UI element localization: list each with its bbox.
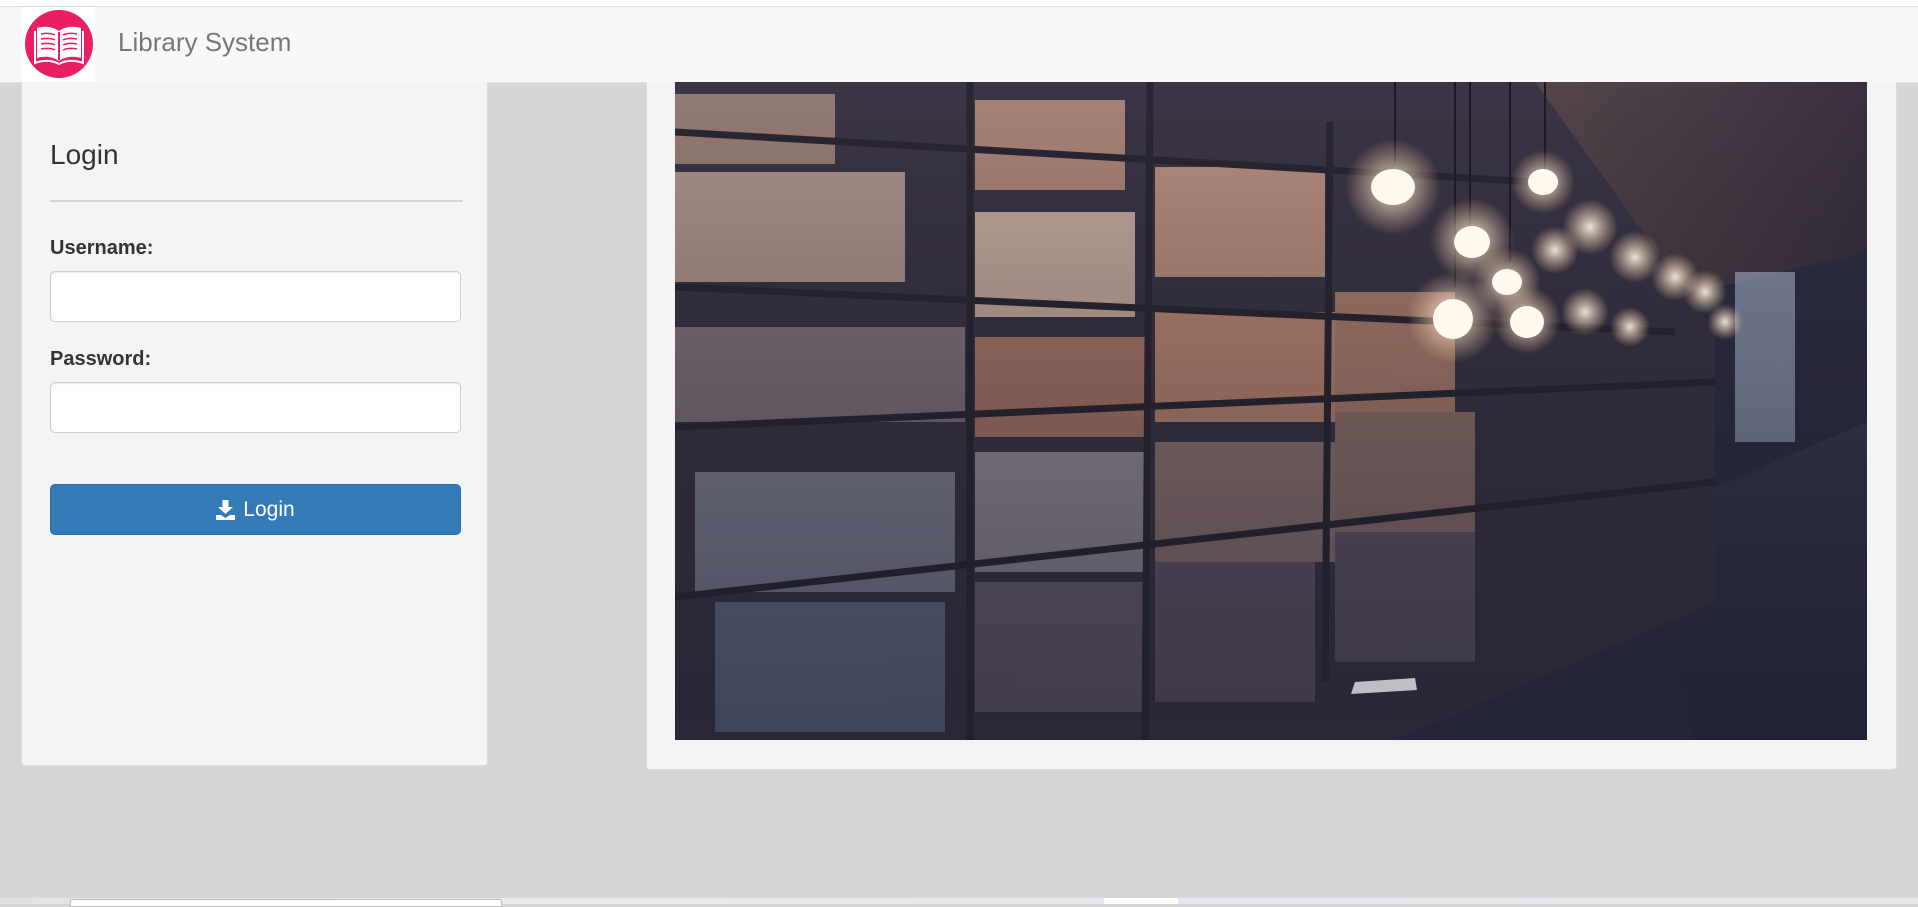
login-title: Login: [50, 139, 119, 170]
browser-top-strip: [0, 0, 1918, 7]
login-panel: Login Username: Password: Login: [21, 82, 488, 766]
brand-title[interactable]: Library System: [118, 27, 291, 58]
username-input[interactable]: [50, 271, 461, 322]
username-label: Username:: [50, 237, 154, 259]
logo-link[interactable]: [22, 7, 95, 82]
login-button-label: Login: [243, 497, 295, 521]
taskbar-tab[interactable]: [1104, 898, 1178, 904]
password-label: Password:: [50, 348, 152, 370]
open-book-icon: [34, 26, 84, 65]
navbar: Library System: [0, 7, 1918, 83]
divider: [50, 200, 463, 202]
download-icon: [216, 499, 236, 520]
login-button[interactable]: Login: [50, 484, 461, 535]
logo: [25, 10, 93, 78]
taskbar-search-box[interactable]: [70, 899, 502, 907]
password-input[interactable]: [50, 382, 461, 433]
image-panel: [646, 82, 1897, 770]
library-bookshelves-image: [675, 82, 1867, 740]
